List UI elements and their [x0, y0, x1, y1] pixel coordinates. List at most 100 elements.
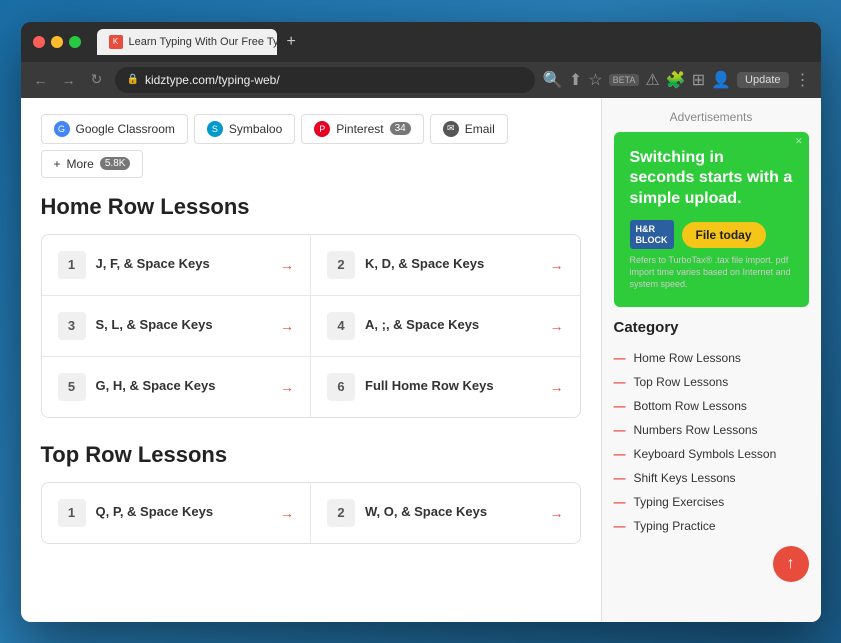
ad-fine-print: Refers to TurboTax® .tax file import. pd… — [630, 255, 793, 290]
google-classroom-button[interactable]: G Google Classroom — [41, 114, 188, 144]
hr-block-line2: BLOCK — [636, 235, 668, 246]
beta-badge: BETA — [609, 74, 640, 86]
lesson-title-3: S, L, & Space Keys — [96, 317, 271, 334]
minimize-button[interactable] — [51, 36, 63, 48]
close-button[interactable] — [33, 36, 45, 48]
title-bar: K Learn Typing With Our Free Ty... ✕ + — [21, 22, 821, 62]
top-lesson-number-1: 1 — [58, 499, 86, 527]
category-label-numbers-row: Numbers Row Lessons — [634, 423, 758, 437]
tab-bar: K Learn Typing With Our Free Ty... ✕ + — [97, 29, 809, 55]
lesson-number-1: 1 — [58, 251, 86, 279]
url-text: kidztype.com/typing-web/ — [145, 73, 280, 87]
extensions-icon[interactable]: 🧩 — [666, 70, 686, 90]
category-item-home-row[interactable]: — Home Row Lessons — [614, 346, 809, 370]
hr-block-logo: H&R BLOCK — [630, 220, 674, 250]
address-bar: ← → ↻ 🔒 kidztype.com/typing-web/ 🔍 ⬆ ☆ B… — [21, 62, 821, 98]
category-label-home-row: Home Row Lessons — [634, 351, 741, 365]
lesson-number-5: 5 — [58, 373, 86, 401]
back-button[interactable]: ← — [31, 72, 51, 88]
main-area: G Google Classroom S Symbaloo P Pinteres… — [21, 98, 601, 622]
top-row-section: Top Row Lessons 1 Q, P, & Space Keys → 2… — [41, 442, 581, 544]
share-buttons: G Google Classroom S Symbaloo P Pinteres… — [41, 114, 581, 178]
lesson-number-3: 3 — [58, 312, 86, 340]
lesson-title-1: J, F, & Space Keys — [96, 256, 271, 273]
category-item-typing-exercises[interactable]: — Typing Exercises — [614, 490, 809, 514]
lesson-number-4: 4 — [327, 312, 355, 340]
email-button[interactable]: ✉ Email — [430, 114, 508, 144]
top-row-grid: 1 Q, P, & Space Keys → 2 W, O, & Space K… — [41, 482, 581, 544]
top-lesson-title-1: Q, P, & Space Keys — [96, 504, 271, 521]
email-label: Email — [465, 122, 495, 136]
lesson-card-5[interactable]: 5 G, H, & Space Keys → — [42, 357, 312, 417]
lesson-arrow-2: → — [550, 257, 564, 273]
warning-icon: ⚠ — [645, 70, 659, 90]
lesson-title-5: G, H, & Space Keys — [96, 378, 271, 395]
category-item-numbers-row[interactable]: — Numbers Row Lessons — [614, 418, 809, 442]
pinterest-button[interactable]: P Pinterest 34 — [301, 114, 423, 144]
lesson-arrow-4: → — [550, 318, 564, 334]
category-item-top-row[interactable]: — Top Row Lessons — [614, 370, 809, 394]
lesson-number-6: 6 — [327, 373, 355, 401]
forward-button[interactable]: → — [59, 72, 79, 88]
update-button[interactable]: Update — [737, 72, 788, 88]
lesson-title-6: Full Home Row Keys — [365, 378, 540, 395]
plus-icon: + — [54, 157, 61, 171]
category-label-typing-practice: Typing Practice — [634, 519, 716, 533]
profile-icon[interactable]: 👤 — [711, 70, 731, 90]
tab-favicon: K — [109, 35, 123, 49]
category-item-typing-practice[interactable]: — Typing Practice — [614, 514, 809, 538]
google-classroom-label: Google Classroom — [76, 122, 175, 136]
lesson-card-6[interactable]: 6 Full Home Row Keys → — [311, 357, 580, 417]
category-label-top-row: Top Row Lessons — [634, 375, 729, 389]
top-lesson-arrow-1: → — [280, 505, 294, 521]
refresh-button[interactable]: ↻ — [87, 71, 107, 88]
dash-icon: — — [614, 351, 626, 365]
tab-grid-icon[interactable]: ⊞ — [692, 70, 705, 90]
lesson-card-4[interactable]: 4 A, ;, & Space Keys → — [311, 296, 580, 356]
active-tab[interactable]: K Learn Typing With Our Free Ty... ✕ — [97, 29, 277, 55]
sidebar: Advertisements ✕ Switching in seconds st… — [601, 98, 821, 622]
share-icon[interactable]: ⬆ — [569, 70, 582, 90]
url-bar[interactable]: 🔒 kidztype.com/typing-web/ — [115, 67, 535, 93]
category-item-bottom-row[interactable]: — Bottom Row Lessons — [614, 394, 809, 418]
symbaloo-label: Symbaloo — [229, 122, 282, 136]
dash-icon: — — [614, 519, 626, 533]
new-tab-button[interactable]: + — [281, 31, 302, 53]
lesson-title-2: K, D, & Space Keys — [365, 256, 540, 273]
fullscreen-button[interactable] — [69, 36, 81, 48]
more-share-button[interactable]: + More 5.8K — [41, 150, 144, 178]
category-title: Category — [614, 319, 809, 336]
file-today-button[interactable]: File today — [682, 222, 766, 248]
toolbar-icons: 🔍 ⬆ ☆ BETA ⚠ 🧩 ⊞ 👤 Update ⋮ — [543, 70, 811, 90]
category-label-keyboard-symbols: Keyboard Symbols Lesson — [634, 447, 777, 461]
lesson-arrow-5: → — [280, 379, 294, 395]
symbaloo-button[interactable]: S Symbaloo — [194, 114, 295, 144]
traffic-lights — [33, 36, 81, 48]
browser-window: K Learn Typing With Our Free Ty... ✕ + ←… — [21, 22, 821, 622]
search-icon[interactable]: 🔍 — [543, 70, 563, 90]
lesson-card-3[interactable]: 3 S, L, & Space Keys → — [42, 296, 312, 356]
home-row-title: Home Row Lessons — [41, 194, 581, 220]
pinterest-icon: P — [314, 121, 330, 137]
lesson-card-2[interactable]: 2 K, D, & Space Keys → — [311, 235, 580, 295]
top-lesson-card-1[interactable]: 1 Q, P, & Space Keys → — [42, 483, 312, 543]
advertisement-box: ✕ Switching in seconds starts with a sim… — [614, 132, 809, 307]
dash-icon: — — [614, 423, 626, 437]
top-row-row-1: 1 Q, P, & Space Keys → 2 W, O, & Space K… — [42, 483, 580, 543]
bookmark-icon[interactable]: ☆ — [588, 70, 602, 90]
dash-icon: — — [614, 495, 626, 509]
category-list: — Home Row Lessons — Top Row Lessons — B… — [614, 346, 809, 538]
lesson-card-1[interactable]: 1 J, F, & Space Keys → — [42, 235, 312, 295]
pinterest-label: Pinterest — [336, 122, 383, 136]
menu-icon[interactable]: ⋮ — [795, 70, 811, 90]
category-item-shift-keys[interactable]: — Shift Keys Lessons — [614, 466, 809, 490]
scroll-to-top-button[interactable]: ↑ — [773, 546, 809, 582]
lesson-number-2: 2 — [327, 251, 355, 279]
pinterest-count: 34 — [390, 122, 411, 135]
top-lesson-number-2: 2 — [327, 499, 355, 527]
dash-icon: — — [614, 375, 626, 389]
ads-title: Advertisements — [614, 110, 809, 124]
category-item-keyboard-symbols[interactable]: — Keyboard Symbols Lesson — [614, 442, 809, 466]
top-lesson-card-2[interactable]: 2 W, O, & Space Keys → — [311, 483, 580, 543]
home-row-section: Home Row Lessons 1 J, F, & Space Keys → … — [41, 194, 581, 418]
